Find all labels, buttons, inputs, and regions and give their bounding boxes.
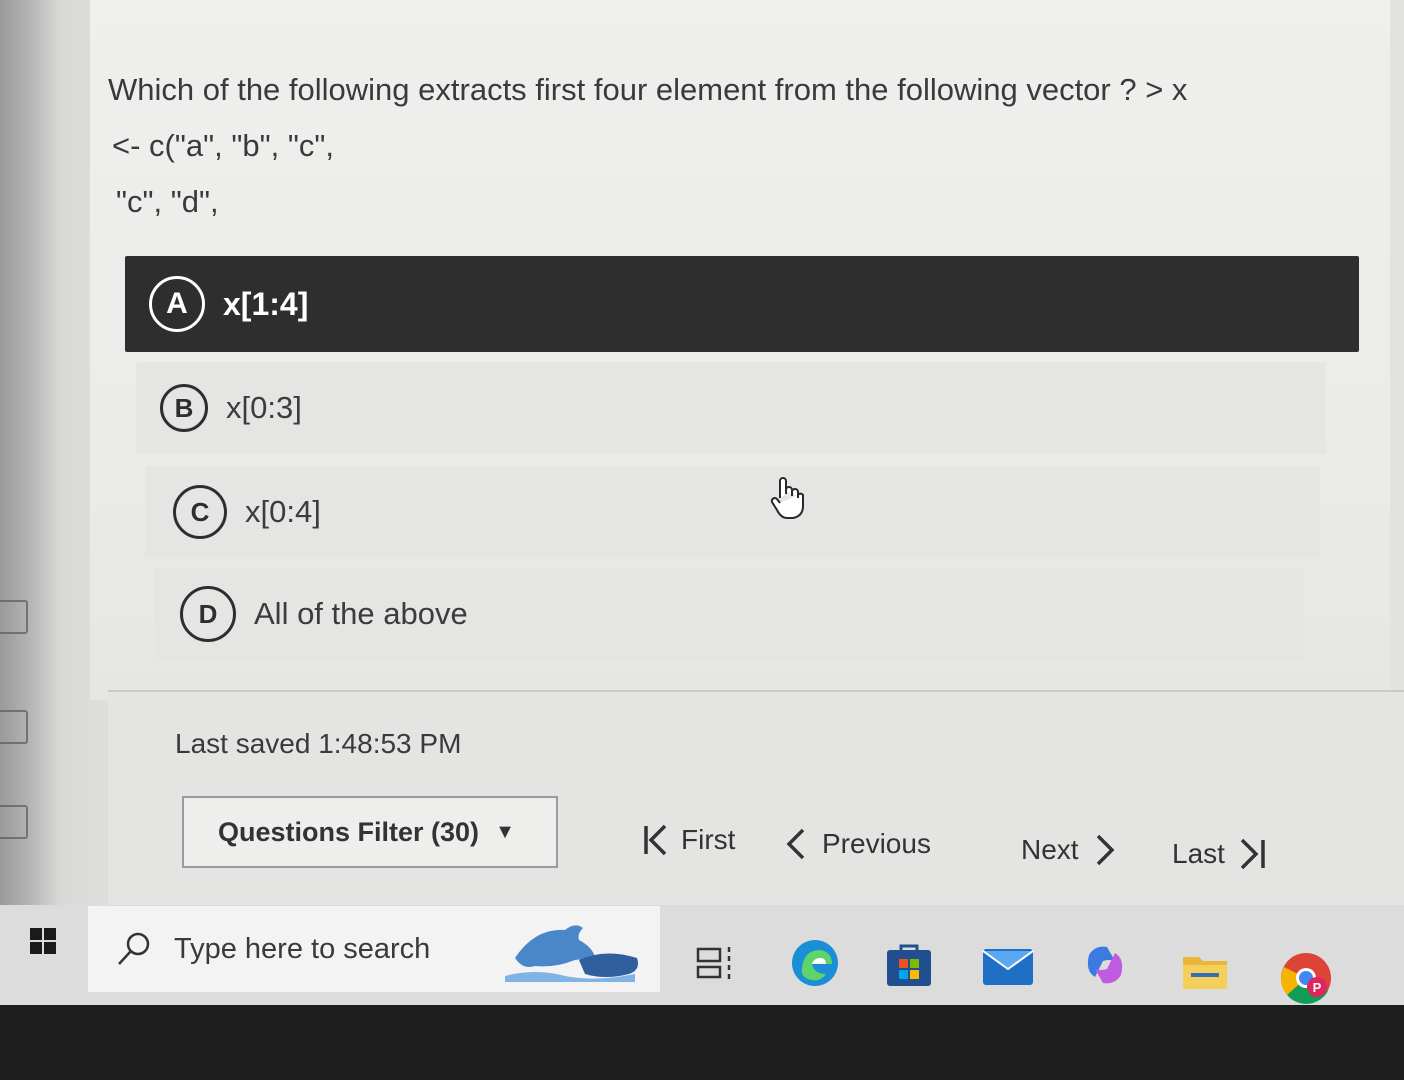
last-button[interactable]: Last (1172, 838, 1267, 870)
last-saved-status: Last saved 1:48:53 PM (175, 728, 462, 759)
next-button[interactable]: Next (1021, 834, 1115, 866)
caret-down-icon: ▼ (495, 820, 515, 843)
last-label: Last (1172, 838, 1225, 869)
copilot-icon[interactable] (1080, 940, 1130, 990)
grid-icon[interactable] (0, 600, 28, 634)
mail-edge-icon[interactable] (0, 710, 28, 744)
option-c-letter: C (173, 485, 227, 539)
document-edge-icon[interactable] (0, 805, 28, 839)
option-d-text: All of the above (254, 596, 468, 631)
option-b-text: x[0:3] (226, 390, 302, 425)
option-d-letter: D (180, 586, 236, 642)
option-a-letter: A (149, 276, 205, 332)
option-c-text: x[0:4] (245, 494, 321, 529)
microsoft-store-icon[interactable] (884, 940, 934, 990)
question-text: Which of the following extracts first fo… (108, 62, 1348, 230)
edge-icon[interactable] (788, 936, 842, 990)
chevron-left-icon (786, 828, 805, 860)
search-placeholder: Type here to search (174, 932, 431, 965)
chrome-profile-icon[interactable]: P (1278, 950, 1334, 1006)
hand-cursor-icon (770, 477, 804, 519)
chevron-right-icon (1096, 834, 1115, 866)
last-page-icon (1240, 838, 1265, 870)
first-button[interactable]: First (643, 824, 735, 856)
file-explorer-icon[interactable] (1180, 946, 1230, 996)
windows-start-icon[interactable] (30, 928, 56, 954)
question-line-3: "c", "d", (116, 184, 219, 219)
task-view-icon[interactable] (690, 938, 740, 988)
first-label: First (681, 824, 736, 855)
previous-button[interactable]: Previous (786, 828, 931, 860)
questions-filter-dropdown[interactable]: Questions Filter (30) ▼ (182, 796, 558, 868)
option-d[interactable]: D All of the above (154, 568, 1304, 660)
questions-filter-label: Questions Filter (30) (218, 816, 480, 847)
next-label: Next (1021, 834, 1079, 865)
svg-text:P: P (1313, 980, 1322, 995)
option-c[interactable]: C x[0:4] (145, 466, 1320, 558)
first-page-icon (644, 824, 667, 856)
option-b-letter: B (160, 384, 208, 432)
previous-label: Previous (822, 828, 931, 859)
search-icon (118, 932, 150, 965)
option-a[interactable]: A x[1:4] (125, 256, 1359, 352)
question-line-2: <- c("a", "b", "c", (112, 128, 334, 163)
dolphin-widget-icon[interactable] (505, 918, 645, 982)
mail-icon[interactable] (980, 940, 1036, 990)
option-a-text: x[1:4] (223, 285, 309, 322)
monitor-bezel (0, 1005, 1404, 1080)
left-edge-icons (0, 590, 30, 860)
option-b[interactable]: B x[0:3] (136, 362, 1326, 454)
question-line-1: Which of the following extracts first fo… (108, 72, 1188, 107)
